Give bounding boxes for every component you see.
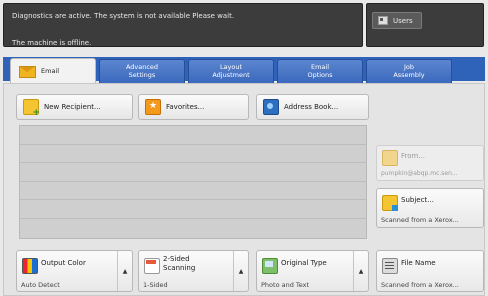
file-name-value: Scanned from a Xerox... (381, 281, 459, 289)
file-name-label: File Name (401, 259, 436, 267)
list-item[interactable] (20, 200, 366, 219)
status-message: Diagnostics are active. The system is no… (12, 12, 235, 20)
subject-button[interactable]: Subject... Scanned from a Xerox... (376, 188, 484, 228)
from-icon (382, 150, 398, 166)
users-button-label: Users (393, 16, 413, 25)
tab-email-options[interactable]: Email Options (277, 59, 363, 83)
status-bar: Diagnostics are active. The system is no… (3, 3, 363, 47)
tab-layout-adjustment[interactable]: Layout Adjustment (188, 59, 274, 83)
list-item[interactable] (20, 219, 366, 238)
file-name-button[interactable]: File Name Scanned from a Xerox... (376, 250, 484, 292)
two-sided-label: 2-Sided Scanning (163, 255, 196, 272)
two-sided-icon (144, 258, 160, 274)
favorites-label: Favorites... (166, 103, 205, 111)
original-type-icon (262, 258, 278, 274)
tab-layout-adjustment-label: Layout Adjustment (212, 63, 250, 79)
status-message-offline: The machine is offline. (12, 39, 92, 47)
tab-job-assembly[interactable]: Job Assembly (366, 59, 452, 83)
email-icon (19, 65, 36, 78)
chevron-up-icon[interactable]: ▲ (233, 251, 248, 291)
list-item[interactable] (20, 126, 366, 145)
address-book-label: Address Book... (284, 103, 339, 111)
output-color-button[interactable]: Output Color Auto Detect ▲ (16, 250, 133, 292)
output-color-label: Output Color (41, 259, 86, 267)
tab-advanced-settings-label: Advanced Settings (125, 63, 159, 79)
from-value: pumpkin@abqp.mc.sen... (381, 170, 458, 177)
address-book-icon (263, 99, 279, 115)
file-name-icon (382, 258, 398, 274)
list-item[interactable] (20, 182, 366, 201)
recipient-list[interactable] (19, 125, 367, 239)
original-type-button[interactable]: Original Type Photo and Text ▲ (256, 250, 369, 292)
two-sided-scanning-button[interactable]: 2-Sided Scanning 1-Sided ▲ (138, 250, 249, 292)
tab-job-assembly-label: Job Assembly (393, 63, 425, 79)
tab-advanced-settings[interactable]: Advanced Settings (99, 59, 185, 83)
tab-email-label: Email (41, 66, 60, 75)
tab-email-options-label: Email Options (307, 63, 333, 79)
users-button[interactable]: Users (372, 12, 422, 29)
user-icon (378, 16, 388, 25)
from-button[interactable]: From... pumpkin@abqp.mc.sen... (376, 145, 484, 181)
from-label: From... (401, 152, 426, 160)
original-type-label: Original Type (281, 259, 327, 267)
list-item[interactable] (20, 145, 366, 164)
list-item[interactable] (20, 163, 366, 182)
new-recipient-icon (23, 99, 40, 118)
subject-icon (382, 195, 398, 211)
two-sided-value: 1-Sided (143, 281, 168, 289)
chevron-up-icon[interactable]: ▲ (353, 251, 368, 291)
favorites-button[interactable]: ★ Favorites... (138, 94, 249, 120)
new-recipient-label: New Recipient... (44, 103, 101, 111)
subject-label: Subject... (401, 196, 434, 204)
tab-email[interactable]: Email (10, 58, 96, 84)
new-recipient-button[interactable]: New Recipient... (16, 94, 133, 120)
output-color-value: Auto Detect (21, 281, 60, 289)
star-icon: ★ (145, 99, 161, 115)
address-book-button[interactable]: Address Book... (256, 94, 369, 120)
original-type-value: Photo and Text (261, 281, 310, 289)
chevron-up-icon[interactable]: ▲ (117, 251, 132, 291)
subject-value: Scanned from a Xerox... (381, 216, 459, 224)
output-color-icon (22, 258, 38, 274)
